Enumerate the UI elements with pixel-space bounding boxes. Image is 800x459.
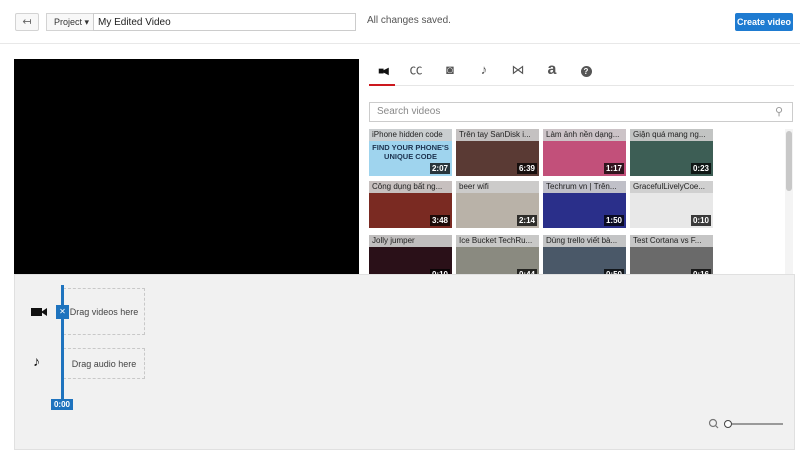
video-title: Công dụng bất ng...: [369, 181, 452, 193]
create-video-button[interactable]: Create video: [735, 13, 793, 31]
video-thumbnail[interactable]: iPhone hidden code FIND YOUR PHONE'S UNIQ…: [369, 129, 452, 176]
captions-icon: ㏄: [409, 62, 423, 77]
video-duration: 0:50: [603, 269, 624, 274]
video-duration: 6:39: [516, 163, 537, 174]
video-duration: 0:23: [690, 163, 711, 174]
playhead[interactable]: [61, 285, 64, 400]
video-duration: 1:50: [603, 215, 624, 226]
transitions-tab[interactable]: ⋈: [505, 58, 531, 86]
video-title: Jolly jumper: [369, 235, 452, 247]
help-tab[interactable]: ?: [573, 58, 599, 86]
video-thumbnail[interactable]: Giận quá mang ng... 0:23: [630, 129, 713, 176]
project-dropdown[interactable]: Project ▾: [46, 13, 94, 31]
zoom-icon: [708, 418, 718, 428]
audio-track-icon: ♪: [33, 353, 40, 369]
video-title: Test Cortana vs F...: [630, 235, 713, 247]
video-tab[interactable]: ■◀: [369, 58, 395, 86]
video-duration: 3:48: [429, 215, 450, 226]
video-duration: 1:17: [603, 163, 624, 174]
video-thumbnail[interactable]: Công dụng bất ng... 3:48: [369, 181, 452, 228]
help-icon: ?: [580, 66, 592, 77]
video-thumbnail[interactable]: Jolly jumper 0:10: [369, 235, 452, 274]
audio-drop-zone[interactable]: Drag audio here: [63, 348, 145, 379]
transitions-icon: ⋈: [511, 62, 525, 77]
text-icon: a: [547, 61, 557, 78]
video-thumbnail[interactable]: Làm ảnh nền dạng... 1:17: [543, 129, 626, 176]
thumbnail-caption: FIND YOUR PHONE'S UNIQUE CODE: [372, 143, 449, 161]
video-grid: iPhone hidden code FIND YOUR PHONE'S UNIQ…: [369, 129, 784, 274]
captions-tab[interactable]: ㏄: [403, 58, 429, 86]
video-title: beer wifi: [456, 181, 539, 193]
video-title: Ice Bucket TechRu...: [456, 235, 539, 247]
video-duration: 2:14: [516, 215, 537, 226]
video-track-icon: [31, 308, 47, 316]
zoom-slider[interactable]: [708, 417, 783, 431]
text-tab[interactable]: a: [539, 58, 565, 86]
video-thumbnail[interactable]: GracefulLivelyCoe... 0:10: [630, 181, 713, 228]
video-preview: [14, 59, 359, 274]
video-thumbnail[interactable]: Techrum vn | Trên... 1:50: [543, 181, 626, 228]
project-title-input[interactable]: [93, 13, 356, 31]
scrollbar-thumb[interactable]: [786, 131, 792, 191]
search-placeholder: Search videos: [377, 106, 441, 117]
search-icon[interactable]: ⚲: [775, 103, 783, 121]
timeline: ♪ Drag videos here Drag audio here ✕ 0:0…: [14, 274, 795, 450]
video-title: Dùng trello viết bà...: [543, 235, 626, 247]
video-title: Giận quá mang ng...: [630, 129, 713, 141]
playhead-time: 0:00: [51, 399, 73, 410]
search-input[interactable]: Search videos ⚲: [369, 102, 793, 122]
video-drop-zone[interactable]: Drag videos here: [63, 288, 145, 335]
video-title: Làm ảnh nền dạng...: [543, 129, 626, 141]
top-bar: ↤ Project ▾ All changes saved. Create vi…: [0, 0, 800, 44]
photos-icon: ◙: [446, 62, 454, 77]
audio-icon: ♪: [480, 62, 488, 77]
media-tabs: ■◀ ㏄ ◙ ♪ ⋈ a?: [369, 58, 794, 86]
video-thumbnail[interactable]: Ice Bucket TechRu... 0:44: [456, 235, 539, 274]
photo-tab[interactable]: ◙: [437, 58, 463, 86]
video-title: GracefulLivelyCoe...: [630, 181, 713, 193]
playhead-handle[interactable]: ✕: [56, 305, 69, 319]
save-status: All changes saved.: [367, 15, 451, 26]
zoom-slider-handle[interactable]: [724, 420, 732, 428]
video-duration: 0:16: [690, 269, 711, 274]
video-thumbnail[interactable]: Test Cortana vs F... 0:16: [630, 235, 713, 274]
back-button[interactable]: ↤: [15, 13, 39, 31]
video-duration: 0:44: [516, 269, 537, 274]
video-thumbnail[interactable]: beer wifi 2:14: [456, 181, 539, 228]
video-title: Techrum vn | Trên...: [543, 181, 626, 193]
video-duration: 0:10: [429, 269, 450, 274]
video-icon: ■◀: [378, 66, 389, 77]
video-duration: 0:10: [690, 215, 711, 226]
video-thumbnail[interactable]: Trên tay SanDisk i... 6:39: [456, 129, 539, 176]
video-thumbnail[interactable]: Dùng trello viết bà... 0:50: [543, 235, 626, 274]
video-duration: 2:07: [429, 163, 450, 174]
video-title: Trên tay SanDisk i...: [456, 129, 539, 141]
video-title: iPhone hidden code: [369, 129, 452, 141]
grid-scrollbar[interactable]: [785, 129, 793, 274]
audio-tab[interactable]: ♪: [471, 58, 497, 86]
